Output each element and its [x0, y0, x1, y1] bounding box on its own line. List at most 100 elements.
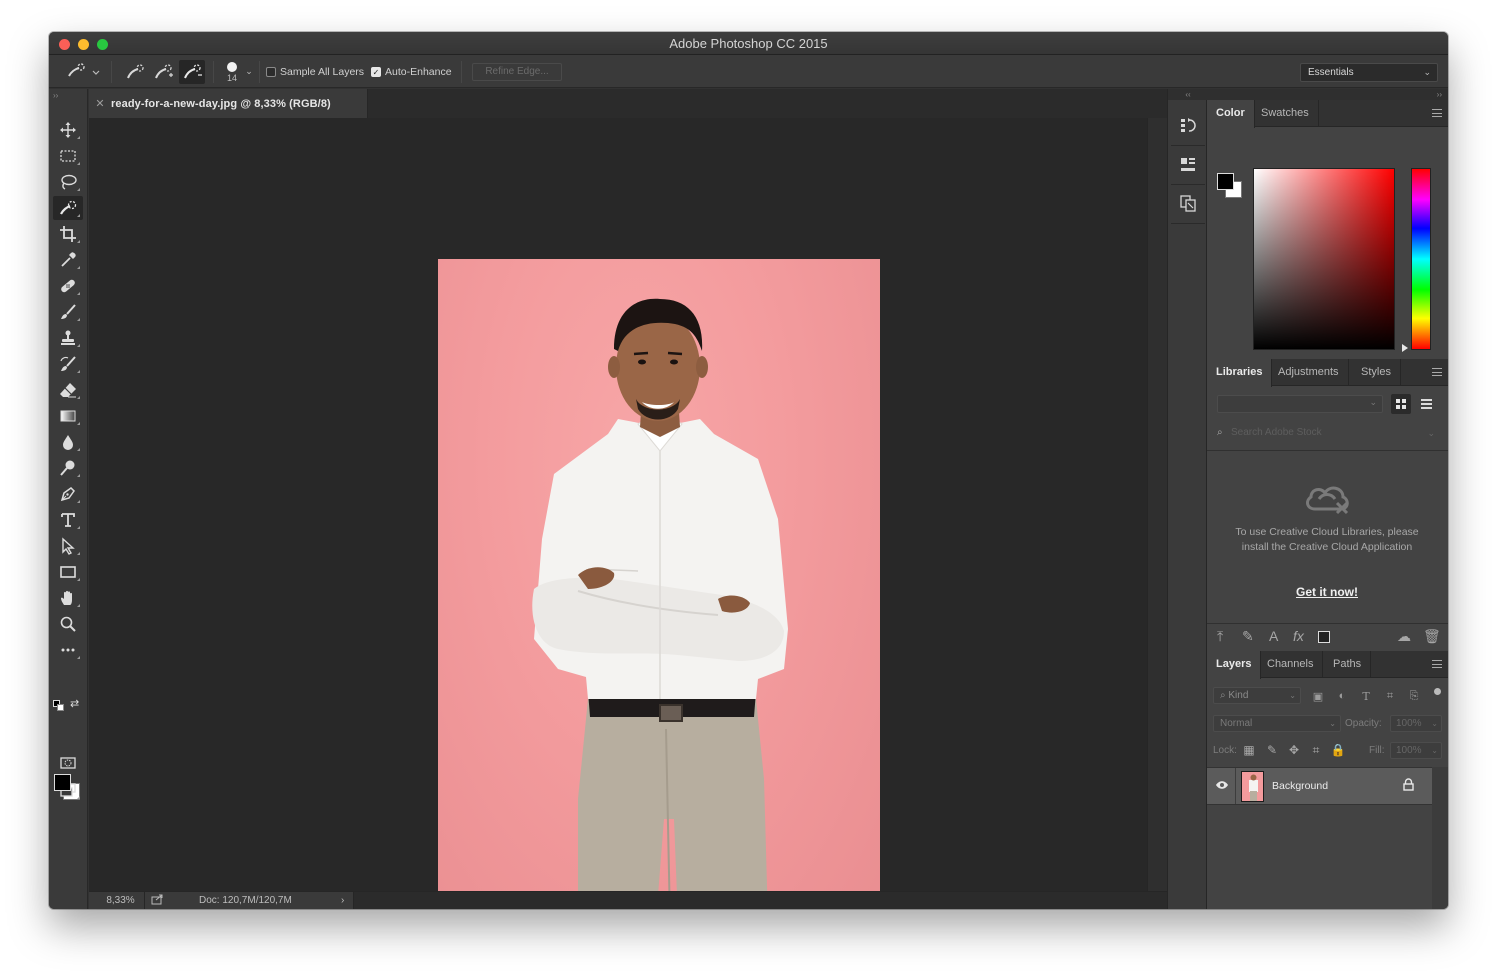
libraries-panel-menu-icon[interactable]	[1432, 368, 1442, 376]
tab-swatches[interactable]: Swatches	[1252, 100, 1319, 127]
new-selection-button[interactable]	[123, 61, 147, 83]
eraser-tool[interactable]	[53, 378, 83, 402]
sample-all-layers-box[interactable]	[266, 67, 276, 77]
pen-tool[interactable]	[53, 482, 83, 506]
grid-view-button[interactable]	[1391, 394, 1411, 414]
sample-all-layers-checkbox[interactable]: Sample All Layers	[266, 66, 364, 78]
add-layer-style-icon[interactable]: fx	[1293, 628, 1304, 644]
color-foreground-swatch[interactable]	[1217, 173, 1234, 190]
lasso-tool[interactable]	[53, 170, 83, 194]
healing-brush-tool[interactable]	[53, 274, 83, 298]
brush-size-chevron-icon[interactable]: ⌄	[243, 65, 255, 77]
tab-paths[interactable]: Paths	[1324, 651, 1372, 678]
auto-enhance-checkbox[interactable]: ✓ Auto-Enhance	[371, 66, 452, 78]
layer-row[interactable]: Background	[1207, 767, 1432, 805]
pixel-layer-filter-icon[interactable]: ▣	[1311, 689, 1325, 703]
status-menu-arrow-icon[interactable]: ›	[341, 892, 344, 909]
history-panel-button[interactable]	[1176, 113, 1200, 137]
zoom-level-field[interactable]: 8,33%	[97, 892, 145, 909]
trash-icon[interactable]: 🗑	[1423, 628, 1441, 645]
rectangular-marquee-tool[interactable]	[53, 144, 83, 168]
tab-channels[interactable]: Channels	[1258, 651, 1324, 678]
zoom-tool[interactable]	[53, 612, 83, 636]
brush-size-picker[interactable]: 14	[221, 59, 243, 85]
workspace-switcher[interactable]: Essentials ⌄	[1300, 63, 1438, 82]
list-view-button[interactable]	[1416, 394, 1436, 414]
edit-toolbar-button[interactable]	[53, 638, 83, 662]
library-select-dropdown[interactable]: ⌄	[1217, 395, 1383, 413]
paragraph-styles-panel-button[interactable]	[1176, 191, 1200, 215]
quick-mask-button[interactable]	[53, 751, 83, 775]
zoom-window-button[interactable]	[97, 39, 108, 50]
close-window-button[interactable]	[59, 39, 70, 50]
quick-selection-tool[interactable]	[53, 196, 83, 220]
share-export-icon[interactable]	[151, 894, 163, 908]
tab-color[interactable]: Color	[1207, 100, 1255, 128]
upload-icon[interactable]: ⤒	[1217, 628, 1223, 645]
add-graphic-icon[interactable]: ✎	[1242, 628, 1254, 645]
minimize-window-button[interactable]	[78, 39, 89, 50]
type-tool[interactable]	[53, 508, 83, 532]
layers-panel-menu-icon[interactable]	[1432, 660, 1442, 668]
tab-layers[interactable]: Layers	[1207, 651, 1262, 679]
properties-panel-button[interactable]	[1176, 152, 1200, 176]
hand-tool[interactable]	[53, 586, 83, 610]
color-panel-menu-icon[interactable]	[1432, 109, 1442, 117]
hue-slider[interactable]	[1411, 168, 1431, 350]
horizontal-scrollbar[interactable]	[354, 892, 1167, 909]
lock-artboard-icon[interactable]: ⌗	[1309, 743, 1323, 757]
default-colors-icon[interactable]	[53, 700, 65, 712]
dock-expand-grip[interactable]: ‹‹	[1168, 89, 1208, 100]
auto-enhance-box[interactable]: ✓	[371, 67, 381, 77]
smart-object-filter-icon[interactable]: ⎘	[1407, 689, 1421, 703]
gradient-tool[interactable]	[53, 404, 83, 428]
add-color-icon[interactable]	[1318, 631, 1330, 643]
opacity-field[interactable]: 100% ⌄	[1390, 715, 1442, 732]
refine-edge-button[interactable]: Refine Edge...	[472, 63, 562, 81]
canvas-vertical-scrollbar[interactable]	[1147, 118, 1167, 891]
blend-mode-select[interactable]: Normal ⌄	[1213, 715, 1341, 732]
layer-name[interactable]: Background	[1272, 780, 1328, 792]
dodge-tool[interactable]	[53, 456, 83, 480]
lock-transparent-pixels-icon[interactable]: ▦	[1242, 743, 1256, 757]
subtract-from-selection-button[interactable]	[179, 60, 205, 84]
close-tab-icon[interactable]: ✕	[89, 97, 111, 110]
clone-stamp-tool[interactable]	[53, 326, 83, 350]
panels-collapse-grip[interactable]: ››	[1207, 89, 1448, 100]
path-selection-tool[interactable]	[53, 534, 83, 558]
document-image[interactable]	[438, 259, 880, 909]
eyedropper-tool[interactable]	[53, 248, 83, 272]
layer-filter-kind-select[interactable]: ⌕ Kind ⌄	[1213, 687, 1301, 704]
swap-colors-icon[interactable]: ⇄	[70, 697, 79, 710]
hue-slider-handle[interactable]	[1402, 344, 1408, 352]
lock-image-pixels-icon[interactable]: ✎	[1265, 743, 1279, 757]
canvas-area[interactable]	[89, 118, 1147, 909]
add-character-style-icon[interactable]: A	[1269, 628, 1278, 644]
foreground-color-swatch[interactable]	[54, 774, 71, 791]
color-saturation-field[interactable]	[1253, 168, 1395, 350]
toolbar-collapse-grip[interactable]: ››	[53, 91, 58, 100]
history-brush-tool[interactable]	[53, 352, 83, 376]
shape-layer-filter-icon[interactable]: ⌗	[1383, 689, 1397, 703]
type-layer-filter-icon[interactable]: T	[1359, 689, 1373, 703]
document-tab[interactable]: ✕ ready-for-a-new-day.jpg @ 8,33% (RGB/8…	[89, 89, 368, 118]
tab-libraries[interactable]: Libraries	[1207, 359, 1273, 387]
move-tool[interactable]	[53, 118, 83, 142]
add-to-selection-button[interactable]	[151, 61, 175, 83]
eye-icon[interactable]	[1215, 780, 1229, 793]
tab-styles[interactable]: Styles	[1352, 359, 1401, 386]
tab-adjustments[interactable]: Adjustments	[1269, 359, 1349, 386]
blur-tool[interactable]	[53, 430, 83, 454]
layers-scrollbar[interactable]	[1432, 767, 1448, 909]
adobe-stock-search-input[interactable]: ⌕ Search Adobe Stock ⌄	[1217, 425, 1439, 441]
lock-all-icon[interactable]: 🔒	[1331, 743, 1346, 757]
get-it-now-link[interactable]: Get it now!	[1227, 585, 1427, 599]
filter-toggle-icon[interactable]	[1434, 688, 1441, 695]
layer-lock-icon[interactable]	[1403, 778, 1414, 794]
rectangle-tool[interactable]	[53, 560, 83, 584]
crop-tool[interactable]	[53, 222, 83, 246]
sync-status-icon[interactable]: ☁	[1397, 628, 1411, 645]
adjustment-layer-filter-icon[interactable]: ◐	[1335, 689, 1349, 703]
tool-preset-picker[interactable]	[63, 61, 103, 83]
fill-field[interactable]: 100% ⌄	[1390, 742, 1442, 759]
